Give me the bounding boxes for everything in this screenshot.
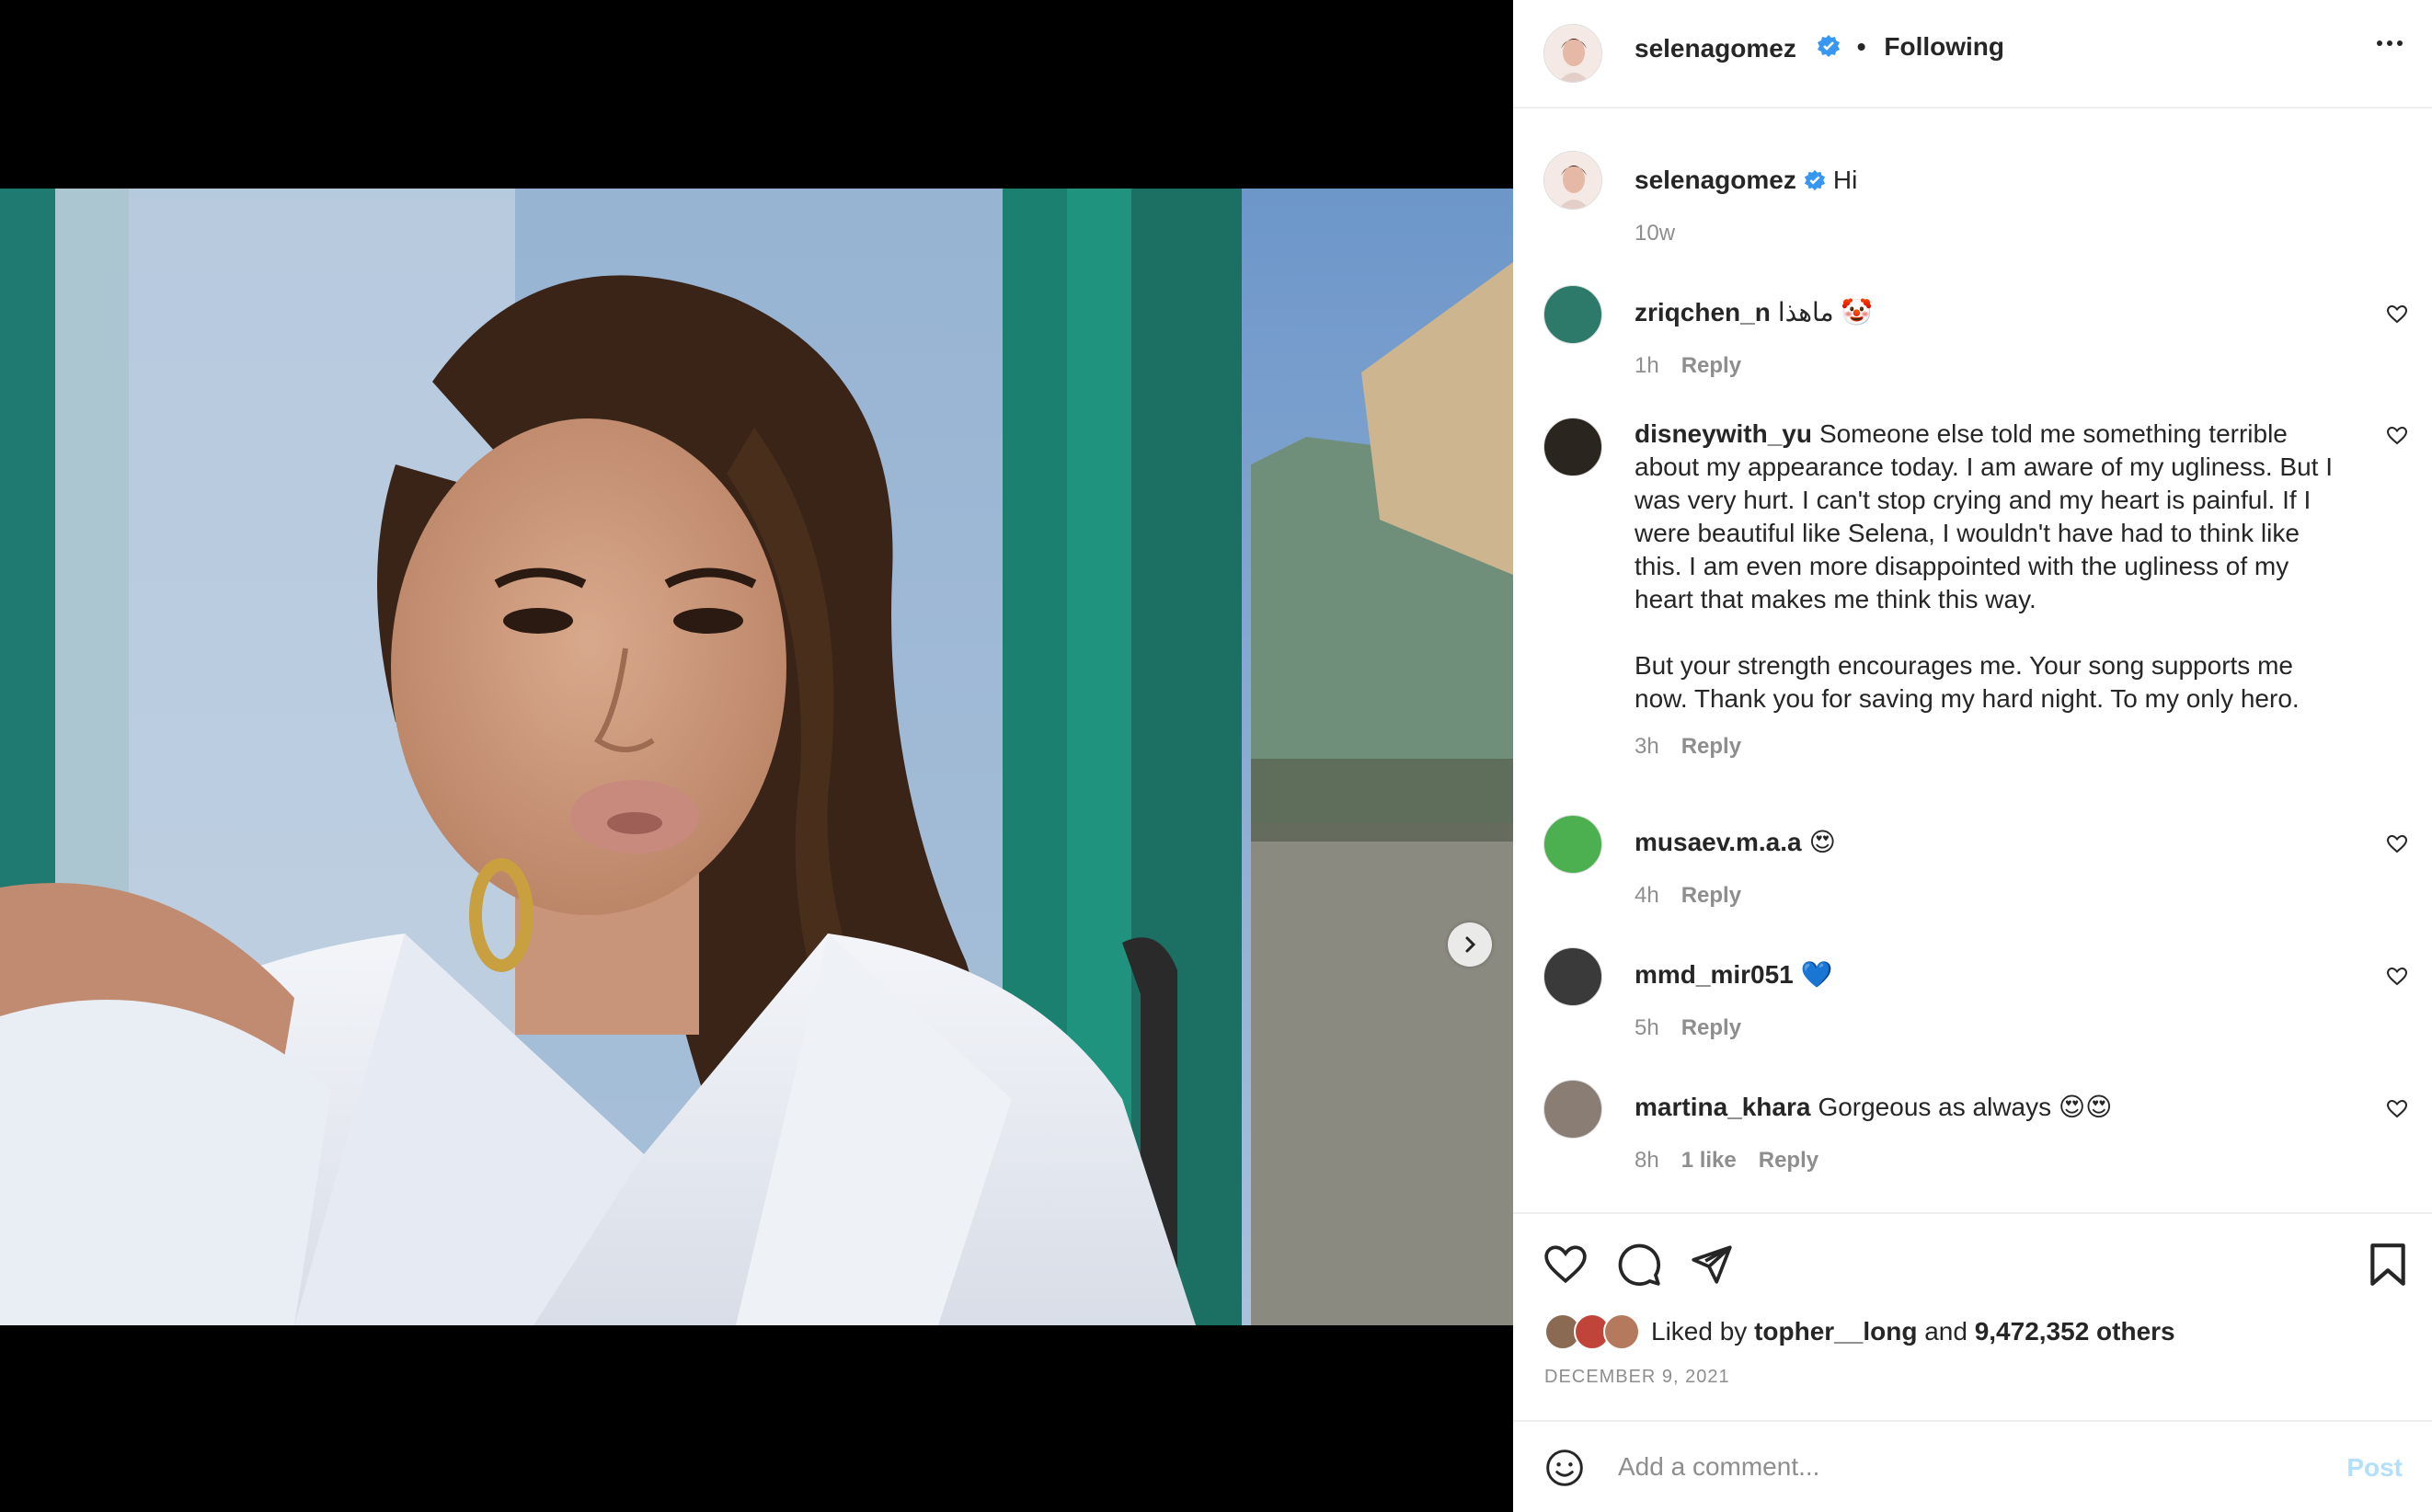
comment-text: disneywith_yu Someone else told me someth… bbox=[1635, 418, 2352, 616]
comment-text: musaev.m.a.a 😍 bbox=[1635, 826, 2352, 859]
avatar[interactable] bbox=[1543, 815, 1602, 874]
comment-username[interactable]: zriqchen_n bbox=[1635, 298, 1771, 326]
carousel-next-button[interactable] bbox=[1448, 922, 1492, 967]
comment-likes-count[interactable]: 1 like bbox=[1681, 1148, 1737, 1174]
comment-age: 3h bbox=[1635, 734, 1659, 759]
comment-text: mmd_mir051 💙 bbox=[1635, 958, 2352, 991]
post-author-username[interactable]: selenagomez bbox=[1635, 34, 1796, 63]
comment-meta: 1h Reply bbox=[1635, 353, 1741, 379]
profile-picture bbox=[1544, 25, 1601, 82]
comment-bubble-icon[interactable] bbox=[1616, 1242, 1662, 1288]
comment-age: 1h bbox=[1635, 353, 1659, 378]
verified-badge-icon bbox=[1818, 35, 1840, 57]
reply-button[interactable]: Reply bbox=[1681, 883, 1741, 909]
more-dot bbox=[2377, 40, 2382, 46]
chevron-right-icon bbox=[1465, 936, 1476, 953]
post-header: selenagomez • Following bbox=[1513, 0, 2432, 109]
like-comment-heart-icon[interactable] bbox=[2386, 966, 2408, 988]
comment-age: 10w bbox=[1635, 221, 1676, 246]
comment-body: 😍 bbox=[1808, 828, 1836, 856]
avatar[interactable] bbox=[1543, 1080, 1602, 1139]
comment-body: ماهذا 🤡 bbox=[1777, 298, 1874, 326]
liker-username[interactable]: topher__long bbox=[1754, 1317, 1917, 1346]
paper-plane-icon[interactable] bbox=[1688, 1242, 1734, 1288]
avatar[interactable] bbox=[1543, 24, 1602, 83]
comment-body: Gorgeous as always 😍😍 bbox=[1818, 1093, 2113, 1121]
caption-text: selenagomez Hi bbox=[1635, 164, 2352, 197]
comment-meta: 5h Reply bbox=[1635, 1015, 1741, 1041]
comments-list[interactable]: selenagomez Hi 10w zriqchen_n ماهذا 🤡 1h R… bbox=[1513, 109, 2432, 1212]
reply-button[interactable]: Reply bbox=[1681, 734, 1741, 760]
avatar[interactable] bbox=[1543, 947, 1602, 1006]
more-dot bbox=[2397, 40, 2403, 46]
reply-button[interactable]: Reply bbox=[1759, 1148, 1818, 1174]
comment-age: 8h bbox=[1635, 1148, 1659, 1173]
likes-prefix: Liked by bbox=[1651, 1317, 1748, 1346]
reply-button[interactable]: Reply bbox=[1681, 353, 1741, 379]
post-photo[interactable] bbox=[0, 189, 1513, 1325]
liker-avatars bbox=[1544, 1313, 1640, 1350]
post-comment-button[interactable]: Post bbox=[2346, 1453, 2403, 1483]
verified-badge-icon bbox=[1804, 169, 1825, 191]
comment-body: But your strength encourages me. Your so… bbox=[1635, 651, 2300, 713]
comment-meta: 8h 1 like Reply bbox=[1635, 1148, 1818, 1174]
comment-input[interactable] bbox=[1616, 1442, 2282, 1492]
comment-text: martina_khara Gorgeous as always 😍😍 bbox=[1635, 1091, 2352, 1124]
following-button[interactable]: Following bbox=[1884, 32, 2004, 61]
profile-picture bbox=[1544, 152, 1601, 209]
comment-body: 💙 bbox=[1800, 960, 1833, 989]
comment-username[interactable]: selenagomez bbox=[1635, 166, 1796, 194]
bookmark-icon[interactable] bbox=[2367, 1242, 2409, 1288]
comment-username[interactable]: martina_khara bbox=[1635, 1093, 1810, 1121]
comment-meta: 10w bbox=[1635, 221, 1675, 246]
like-comment-heart-icon[interactable] bbox=[2386, 833, 2408, 855]
comment-age: 5h bbox=[1635, 1015, 1659, 1040]
smiley-icon[interactable] bbox=[1544, 1448, 1585, 1488]
post-date[interactable]: DECEMBER 9, 2021 bbox=[1544, 1367, 1730, 1388]
likes-conjunction: and bbox=[1924, 1317, 1967, 1346]
comment-age: 4h bbox=[1635, 883, 1659, 908]
selfie-image bbox=[0, 189, 1513, 1325]
like-comment-heart-icon[interactable] bbox=[2386, 304, 2408, 326]
caption-body: Hi bbox=[1832, 166, 1858, 194]
comment-text-continued: But your strength encourages me. Your so… bbox=[1635, 649, 2352, 716]
comment-username[interactable]: mmd_mir051 bbox=[1635, 960, 1794, 989]
post-actions: Liked by topher__long and 9,472,352 othe… bbox=[1513, 1212, 2432, 1420]
comment-username[interactable]: disneywith_yu bbox=[1635, 419, 1812, 448]
follow-status: • Following bbox=[1817, 32, 2004, 62]
like-comment-heart-icon[interactable] bbox=[2386, 1098, 2408, 1120]
reply-button[interactable]: Reply bbox=[1681, 1015, 1741, 1041]
liker-avatar bbox=[1603, 1313, 1640, 1350]
heart-icon[interactable] bbox=[1543, 1242, 1589, 1288]
header-separator: • bbox=[1856, 32, 1866, 61]
more-dot bbox=[2387, 40, 2392, 46]
avatar[interactable] bbox=[1543, 285, 1602, 344]
likes-summary: Liked by topher__long and 9,472,352 othe… bbox=[1544, 1313, 2175, 1350]
comment-meta: 3h Reply bbox=[1635, 734, 1741, 760]
comment-text: zriqchen_n ماهذا 🤡 bbox=[1635, 296, 2352, 329]
comment-meta: 4h Reply bbox=[1635, 883, 1741, 909]
likes-count[interactable]: 9,472,352 others bbox=[1975, 1317, 2175, 1346]
more-options-button[interactable] bbox=[2377, 40, 2403, 46]
avatar[interactable] bbox=[1543, 151, 1602, 210]
comment-username[interactable]: musaev.m.a.a bbox=[1635, 828, 1802, 856]
comment-body: Someone else told me something terrible … bbox=[1635, 419, 2333, 613]
avatar[interactable] bbox=[1543, 418, 1602, 476]
post-side-panel: selenagomez • Following selenagomez Hi 1… bbox=[1513, 0, 2432, 1512]
post-media bbox=[0, 0, 1513, 1512]
like-comment-heart-icon[interactable] bbox=[2386, 425, 2408, 447]
add-comment-bar: Post bbox=[1513, 1420, 2432, 1512]
